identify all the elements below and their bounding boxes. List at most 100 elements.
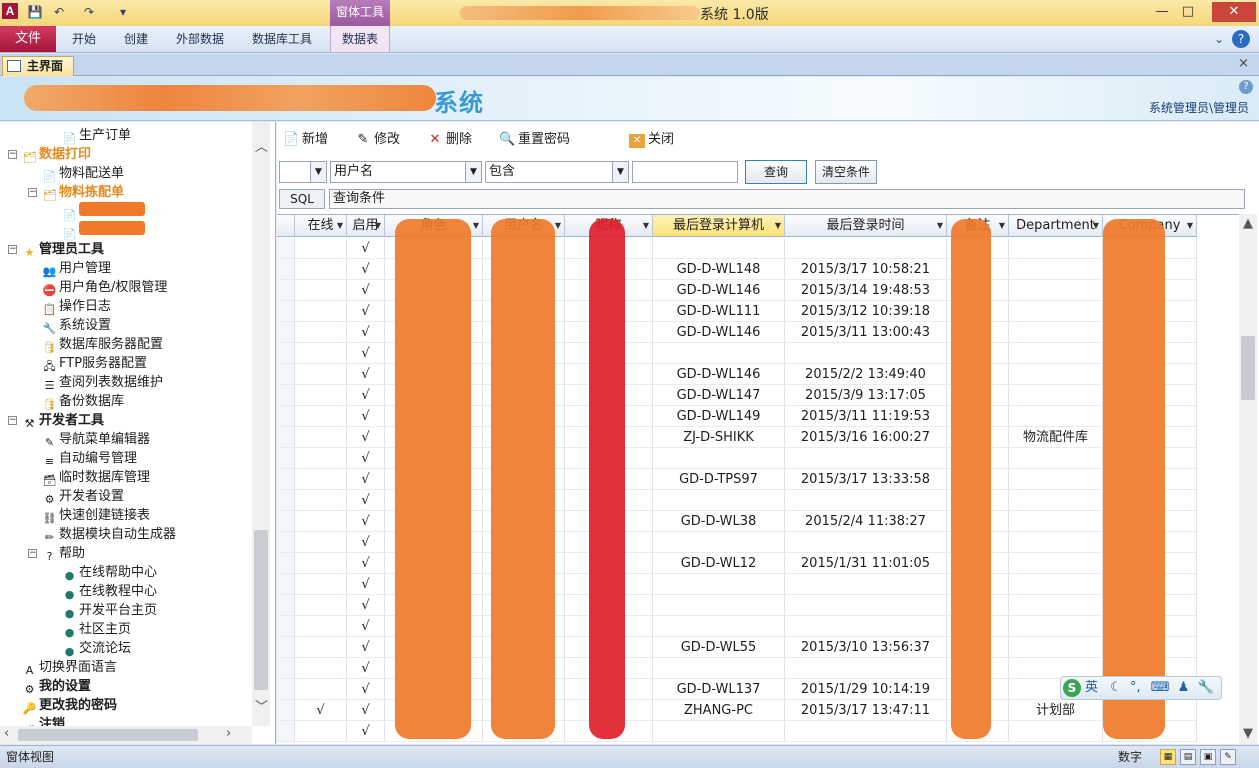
table-cell[interactable] xyxy=(653,595,785,616)
access-logo-icon[interactable]: A xyxy=(2,3,18,19)
filter-dropdown-icon[interactable]: ▼ xyxy=(1093,215,1099,236)
nav-vertical-scrollbar[interactable]: ︿ ﹀ xyxy=(252,122,270,726)
scroll-up-icon[interactable]: ▲ xyxy=(1243,216,1253,231)
tab-main-form[interactable]: 主界面 xyxy=(2,56,74,76)
tab-file[interactable]: 文件 xyxy=(0,26,56,52)
table-cell[interactable] xyxy=(295,553,347,574)
tab-database-tools[interactable]: 数据库工具 xyxy=(248,26,316,52)
table-cell[interactable]: √ xyxy=(347,469,385,490)
row-selector[interactable] xyxy=(277,343,295,364)
grid-scroll-thumb[interactable] xyxy=(1241,336,1255,400)
nav-item[interactable]: ? 帮助 xyxy=(42,544,85,563)
table-cell[interactable]: √ xyxy=(347,364,385,385)
table-cell[interactable] xyxy=(653,574,785,595)
table-cell[interactable] xyxy=(785,343,947,364)
nav-item[interactable]: 🗂 数据打印 xyxy=(22,145,92,164)
row-selector[interactable] xyxy=(277,469,295,490)
table-cell[interactable]: √ xyxy=(347,259,385,280)
table-cell[interactable]: √ xyxy=(347,385,385,406)
table-cell[interactable] xyxy=(1009,553,1103,574)
nav-item[interactable]: ⛔ 用户角色/权限管理 xyxy=(42,278,168,297)
table-cell[interactable]: 2015/1/29 10:14:19 xyxy=(785,679,947,700)
nav-item[interactable]: ● 在线帮助中心 xyxy=(62,563,157,582)
column-header[interactable]: 最后登录计算机 ▼ xyxy=(653,215,785,237)
collapse-icon[interactable]: − xyxy=(28,549,37,558)
table-cell[interactable] xyxy=(1009,469,1103,490)
scroll-right-icon[interactable]: › xyxy=(226,726,231,741)
ime-moon-icon[interactable]: ☾ xyxy=(1110,680,1122,695)
table-cell[interactable] xyxy=(1009,238,1103,259)
table-cell[interactable] xyxy=(1009,448,1103,469)
operator-select[interactable]: 包含 ▼ xyxy=(485,161,629,183)
table-cell[interactable] xyxy=(295,679,347,700)
row-selector[interactable] xyxy=(277,616,295,637)
table-cell[interactable] xyxy=(785,238,947,259)
table-cell[interactable] xyxy=(295,616,347,637)
table-cell[interactable] xyxy=(1009,322,1103,343)
nav-item[interactable]: 🛢 备份数据库 xyxy=(42,392,125,411)
table-cell[interactable]: √ xyxy=(347,658,385,679)
column-header[interactable]: Department ▼ xyxy=(1009,215,1103,237)
table-cell[interactable]: GD-D-WL38 xyxy=(653,511,785,532)
table-cell[interactable]: √ xyxy=(347,616,385,637)
nav-item[interactable]: ✏ 数据模块自动生成器 xyxy=(42,525,176,544)
customize-qat-icon[interactable]: ▾ xyxy=(114,3,132,21)
row-selector[interactable] xyxy=(277,532,295,553)
logic-select[interactable]: ▼ xyxy=(279,161,327,183)
table-cell[interactable] xyxy=(295,427,347,448)
table-cell[interactable]: √ xyxy=(347,427,385,448)
tab-datasheet[interactable]: 数据表 xyxy=(330,26,390,52)
table-cell[interactable]: √ xyxy=(347,406,385,427)
ime-punctuation-icon[interactable]: °, xyxy=(1130,680,1141,695)
table-cell[interactable] xyxy=(295,532,347,553)
new-button[interactable]: 📄 新增 xyxy=(283,130,328,150)
table-cell[interactable] xyxy=(785,574,947,595)
row-selector[interactable] xyxy=(277,427,295,448)
nav-item[interactable]: ⚙ 开发者设置 xyxy=(42,487,124,506)
table-cell[interactable] xyxy=(785,490,947,511)
table-cell[interactable]: √ xyxy=(347,721,385,742)
ime-keyboard-icon[interactable]: ⌨ xyxy=(1151,680,1170,695)
table-cell[interactable]: GD-D-WL111 xyxy=(653,301,785,322)
table-cell[interactable] xyxy=(653,721,785,742)
table-cell[interactable]: 2015/2/4 11:38:27 xyxy=(785,511,947,532)
filter-dropdown-icon[interactable]: ▼ xyxy=(555,215,561,236)
table-cell[interactable]: GD-D-WL149 xyxy=(653,406,785,427)
table-cell[interactable]: 2015/3/17 13:47:11 xyxy=(785,700,947,721)
table-cell[interactable] xyxy=(295,259,347,280)
table-cell[interactable] xyxy=(1009,490,1103,511)
redo-icon[interactable]: ↷ xyxy=(80,3,98,21)
collapse-icon[interactable]: − xyxy=(8,245,17,254)
table-cell[interactable] xyxy=(295,364,347,385)
form-view-icon[interactable]: ▦ xyxy=(1160,749,1176,765)
table-cell[interactable]: 2015/3/17 10:58:21 xyxy=(785,259,947,280)
table-cell[interactable] xyxy=(1009,280,1103,301)
table-cell[interactable]: 2015/2/2 13:49:40 xyxy=(785,364,947,385)
row-selector[interactable] xyxy=(277,595,295,616)
nav-scroll-thumb[interactable] xyxy=(254,530,268,690)
table-cell[interactable] xyxy=(785,721,947,742)
table-cell[interactable] xyxy=(785,616,947,637)
table-cell[interactable] xyxy=(295,301,347,322)
table-cell[interactable]: 2015/3/14 19:48:53 xyxy=(785,280,947,301)
delete-button[interactable]: ✕ 删除 xyxy=(427,130,472,150)
table-cell[interactable]: √ xyxy=(347,532,385,553)
table-cell[interactable] xyxy=(785,595,947,616)
collapse-icon[interactable]: − xyxy=(8,150,17,159)
datasheet-view-icon[interactable]: ▤ xyxy=(1180,749,1196,765)
table-cell[interactable]: √ xyxy=(347,637,385,658)
row-selector[interactable] xyxy=(277,406,295,427)
nav-horizontal-scrollbar[interactable]: ‹ › xyxy=(0,726,252,744)
undo-icon[interactable]: ↶ xyxy=(50,3,68,21)
table-cell[interactable] xyxy=(295,385,347,406)
filter-dropdown-icon[interactable]: ▼ xyxy=(375,215,381,236)
reset-password-button[interactable]: 🔍 重置密码 xyxy=(499,130,570,150)
help-icon[interactable]: ? xyxy=(1232,30,1250,48)
table-cell[interactable]: 2015/3/9 13:17:05 xyxy=(785,385,947,406)
row-selector[interactable] xyxy=(277,301,295,322)
table-cell[interactable]: ZHANG-PC xyxy=(653,700,785,721)
filter-dropdown-icon[interactable]: ▼ xyxy=(337,215,343,236)
table-cell[interactable] xyxy=(1009,406,1103,427)
table-cell[interactable] xyxy=(653,532,785,553)
design-view-icon[interactable]: ✎ xyxy=(1220,749,1236,765)
